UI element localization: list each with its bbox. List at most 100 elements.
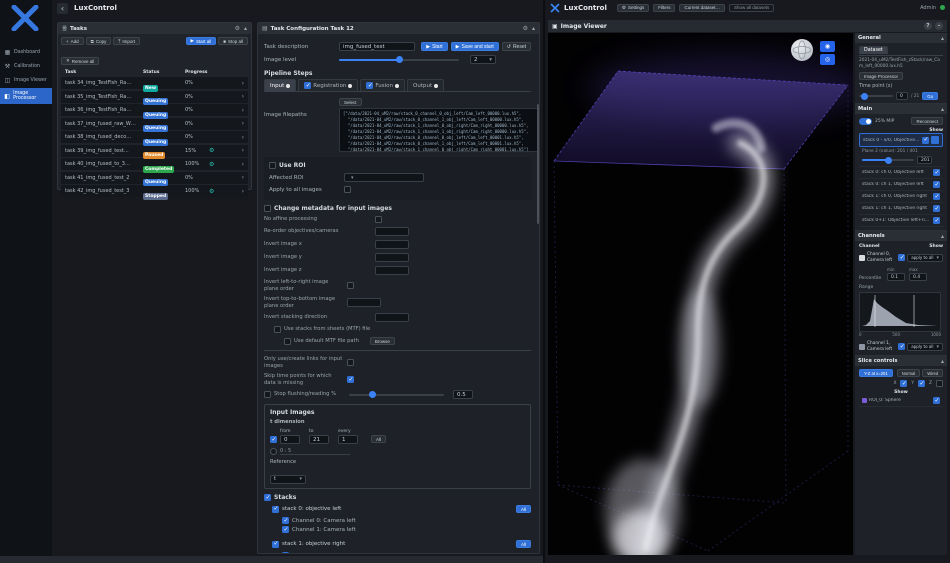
channel-visible-checkbox[interactable] (898, 343, 905, 350)
use-default-mtf-checkbox[interactable] (284, 338, 291, 345)
invert-lr-checkbox[interactable] (347, 282, 354, 289)
image-level-slider[interactable] (339, 59, 459, 61)
use-roi-checkbox[interactable] (269, 162, 276, 169)
main-section-header[interactable]: Main ▴ (855, 104, 947, 114)
import-task-button[interactable]: ⤒Import (113, 37, 140, 45)
stack0-all-button[interactable]: All (516, 505, 531, 513)
view-visible-checkbox[interactable] (933, 205, 940, 212)
invert-y-input[interactable] (375, 253, 409, 262)
task-row[interactable]: task 42_img_fused_test_3 Stopped 100% ⚙ … (61, 185, 248, 197)
info-icon[interactable]: ? (924, 22, 932, 30)
channels-section-header[interactable]: Channels ▴ (855, 231, 947, 241)
collapse-icon[interactable]: ▴ (941, 358, 944, 365)
timepoint-input[interactable]: 0 (896, 92, 908, 100)
image-processor-button[interactable]: Image Processor (859, 72, 903, 80)
percentile-max-input[interactable]: 0.4 (909, 273, 927, 281)
save-and-start-button[interactable]: ▶Save and start (451, 42, 499, 51)
task-description-input[interactable]: img_fused_test (339, 42, 415, 51)
mip-toggle[interactable] (859, 118, 872, 125)
chevron-right-icon[interactable]: › (242, 93, 244, 100)
minimize-icon[interactable]: – (935, 22, 943, 30)
stop-flushing-value[interactable]: 0.5 (453, 390, 473, 399)
reconnect-button[interactable]: Reconnect (911, 117, 943, 125)
view-row[interactable]: stack 1: ch 0, Objective right (859, 191, 943, 203)
chevron-right-icon[interactable]: › (242, 161, 244, 168)
view-row[interactable]: stack 1: ch 1, Objective right (859, 203, 943, 215)
chevron-right-icon[interactable]: › (242, 120, 244, 127)
view-row-selected[interactable]: stack 0 - x/0, Objective left (859, 133, 943, 147)
chevron-right-icon[interactable]: › (242, 174, 244, 181)
affected-roi-select[interactable] (344, 173, 424, 182)
stack1-checkbox[interactable] (272, 541, 279, 548)
range-mode-checkbox[interactable] (270, 436, 277, 443)
view-visible-checkbox[interactable] (922, 137, 929, 144)
slice-controls-section-header[interactable]: Slice controls ▴ (855, 356, 947, 366)
plane-value-input[interactable]: 201 (917, 156, 932, 164)
collapse-icon[interactable]: ▴ (941, 233, 944, 240)
registration-checkbox[interactable] (304, 82, 311, 89)
tab-fusion[interactable]: Fusion (360, 79, 405, 91)
general-section-header[interactable]: General ▴ (855, 33, 947, 43)
view-row[interactable]: stack 0+1: Objective left+right (859, 215, 943, 227)
y-slice-checkbox[interactable] (918, 380, 925, 387)
view-visible-checkbox[interactable] (933, 193, 940, 200)
show-all-datasets-button[interactable]: Show all datasets (729, 4, 774, 12)
collapse-icon[interactable]: ▴ (244, 25, 247, 32)
image-level-stepper[interactable]: 2▾ (470, 55, 496, 64)
collapse-icon[interactable]: ▴ (532, 25, 535, 32)
plane-slider[interactable] (862, 159, 914, 161)
invert-stacking-input[interactable] (375, 313, 409, 322)
x-slice-checkbox[interactable] (900, 380, 907, 387)
add-task-button[interactable]: +Add (61, 37, 84, 45)
copy-task-button[interactable]: ⧉Copy (86, 37, 112, 45)
dataset-tab[interactable]: Dataset (859, 46, 888, 54)
view-row[interactable]: stack 0: ch 1, Objective left (859, 179, 943, 191)
only-links-checkbox[interactable] (347, 359, 354, 366)
roi-color-chip[interactable] (862, 398, 867, 403)
reorder-input[interactable] (375, 227, 409, 236)
view-visible-checkbox[interactable] (933, 181, 940, 188)
gear-icon[interactable]: ⚙ (523, 25, 528, 32)
back-button[interactable]: ‹ (57, 3, 68, 14)
tab-registration[interactable]: Registration (298, 79, 358, 91)
to-input[interactable]: 21 (309, 435, 329, 444)
change-metadata-checkbox[interactable] (264, 205, 271, 212)
scrollbar[interactable] (537, 104, 539, 224)
skip-timepoints-checkbox[interactable] (347, 376, 354, 383)
tab-input[interactable]: Input (264, 79, 296, 91)
view-row[interactable]: stack 0: ch 0, Objective left (859, 167, 943, 179)
view-visible-checkbox[interactable] (933, 169, 940, 176)
s0c1-checkbox[interactable] (282, 526, 289, 533)
s0c0-checkbox[interactable] (282, 517, 289, 524)
list-mode-radio[interactable] (270, 448, 277, 455)
sidebar-item-image-processor[interactable]: ◧ Image Processor (0, 88, 52, 104)
list-input[interactable]: 0 : 5 (280, 448, 350, 455)
collapse-icon[interactable]: ▴ (941, 35, 944, 42)
timepoint-slider[interactable] (859, 95, 893, 97)
current-dataset-button[interactable]: Current dataset… (679, 4, 725, 12)
use-stacks-mtf-checkbox[interactable] (274, 326, 281, 333)
volume-render-viewport[interactable]: ◉ ◎ (548, 33, 853, 555)
chevron-right-icon[interactable]: › (242, 134, 244, 141)
chevron-right-icon[interactable]: › (242, 188, 244, 195)
every-input[interactable]: 1 (338, 435, 358, 444)
browse-button[interactable]: Browse (370, 337, 395, 345)
go-button[interactable]: Go (922, 92, 938, 100)
invert-tb-input[interactable] (347, 298, 381, 307)
chevron-right-icon[interactable]: › (242, 147, 244, 154)
collapse-icon[interactable]: ▴ (941, 106, 944, 113)
no-affine-checkbox[interactable] (375, 216, 382, 223)
intensity-histogram[interactable] (859, 292, 941, 332)
roi-row[interactable]: ROI_0: Sphere (859, 395, 943, 407)
screenshot-button[interactable]: ◉ (820, 41, 835, 52)
sidebar-item-image-viewer[interactable]: ◫ Image Viewer (0, 74, 52, 87)
view-visible-checkbox[interactable] (933, 217, 940, 224)
sidebar-item-dashboard[interactable]: ▦ Dashboard (0, 46, 52, 59)
apply-to-all-select[interactable]: apply to all (907, 254, 943, 262)
percentile-min-input[interactable]: 0.1 (887, 273, 905, 281)
user-label[interactable]: Admin (920, 5, 936, 11)
stop-flushing-checkbox[interactable] (264, 391, 271, 398)
invert-z-input[interactable] (375, 266, 409, 275)
tab-output[interactable]: Output (407, 79, 444, 91)
start-button[interactable]: ▶Start (421, 42, 447, 51)
